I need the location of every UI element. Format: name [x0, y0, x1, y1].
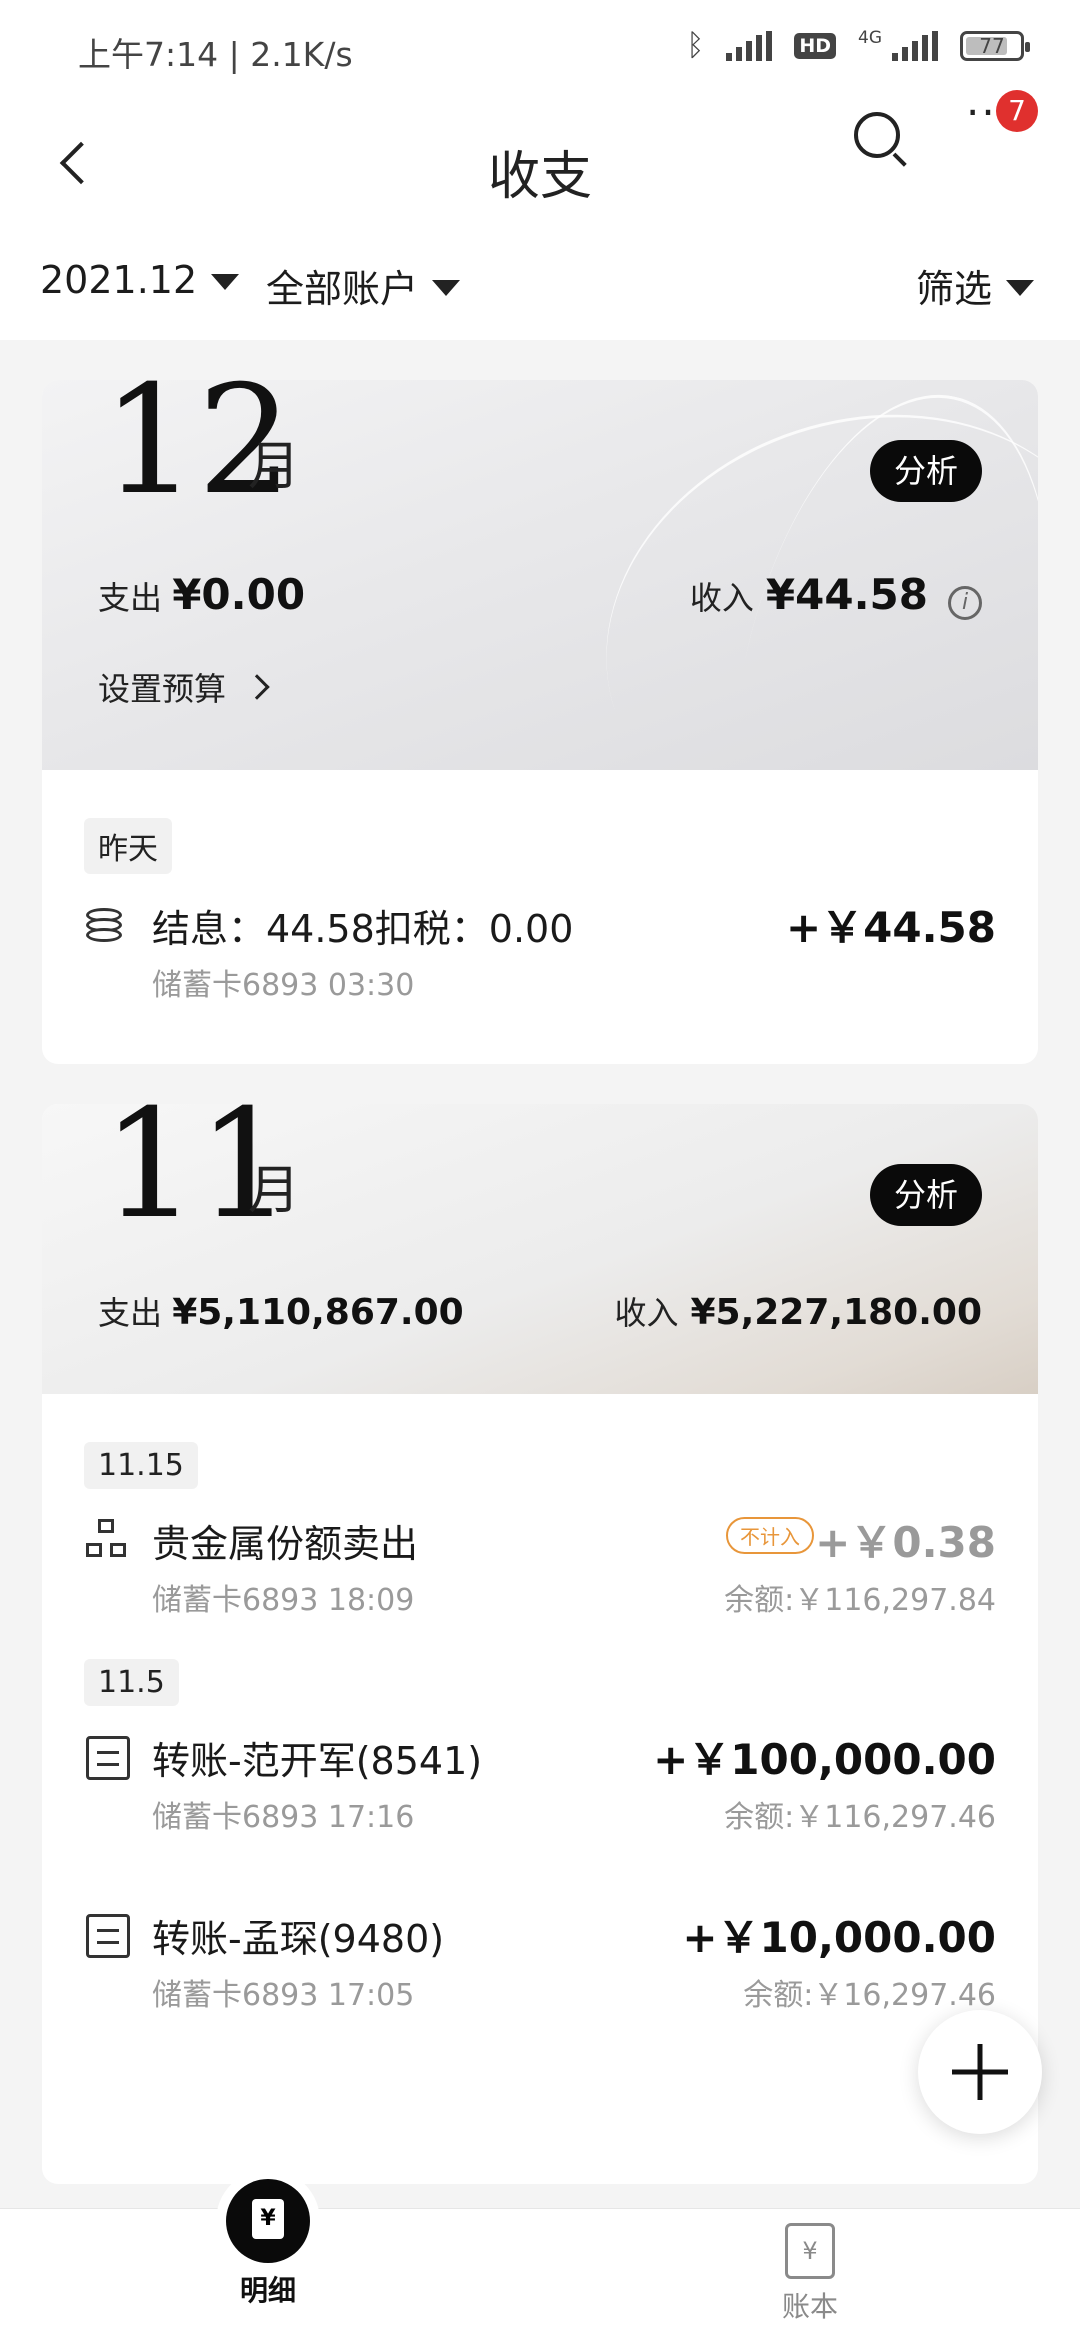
month-unit: 月	[248, 437, 301, 497]
transaction-row[interactable]: 结息：44.58扣税：0.00 储蓄卡6893 03:30 +￥44.58	[84, 874, 996, 1034]
hierarchy-icon	[86, 1519, 130, 1563]
income-amount: ¥5,227,180.00	[690, 1292, 982, 1333]
transaction-account-time: 储蓄卡6893 17:16	[152, 1800, 415, 1835]
month-unit: 月	[248, 1161, 301, 1221]
date-tag: 11.5	[84, 1659, 179, 1706]
date-tag: 11.15	[84, 1442, 198, 1489]
status-icons: ᛒ HD 4G 77	[686, 28, 1030, 63]
transaction-row[interactable]: 转账-范开军(8541) 储蓄卡6893 17:16 +￥100,000.00 …	[84, 1706, 996, 1866]
transaction-amount: +￥44.58	[785, 903, 996, 952]
expense-amount: ¥0.00	[172, 570, 306, 619]
income-summary: 收入 ¥44.58 i	[690, 570, 982, 620]
nav-detail-label: 明细	[239, 2274, 296, 2307]
income-amount: ¥44.58	[765, 570, 928, 619]
income-label: 收入	[689, 579, 754, 617]
receipt-icon: ¥	[226, 2179, 310, 2263]
nav-book-label: 账本	[781, 2290, 838, 2323]
add-record-button[interactable]	[918, 2010, 1042, 2134]
notification-badge: 7	[996, 90, 1038, 132]
caret-down-icon	[432, 279, 461, 296]
nav-book-tab[interactable]: ¥ 账本	[710, 2223, 910, 2325]
transaction-amount: +￥100,000.00	[653, 1735, 996, 1784]
expense-label: 支出	[98, 1294, 163, 1332]
chevron-right-icon	[244, 674, 270, 700]
date-tag: 昨天	[84, 818, 172, 874]
filter-button[interactable]: 筛选	[916, 258, 1034, 313]
account-filter[interactable]: 全部账户	[266, 258, 461, 313]
caret-down-icon	[211, 274, 240, 290]
expense-summary: 支出 ¥0.00	[98, 570, 305, 619]
income-summary: 收入 ¥5,227,180.00	[614, 1288, 982, 1334]
transaction-account-time: 储蓄卡6893 18:09	[152, 1583, 415, 1618]
transaction-title: 结息：44.58扣税：0.00	[152, 907, 574, 951]
month-header: 11 月 分析 支出 ¥5,110,867.00 收入 ¥5,227,180.0…	[42, 1104, 1038, 1394]
ledger-icon: ¥	[785, 2223, 835, 2279]
transaction-title: 贵金属份额卖出	[152, 1522, 419, 1566]
signal-icon	[726, 30, 773, 61]
info-icon[interactable]: i	[948, 586, 982, 620]
transaction-balance: 余额:￥16,297.46	[743, 1978, 996, 2013]
status-time-speed: 上午7:14 | 2.1K/s	[78, 35, 353, 74]
search-button[interactable]	[850, 108, 907, 167]
analyze-button[interactable]: 分析	[869, 1164, 982, 1226]
filter-bar: 2021.12 全部账户 筛选	[0, 230, 1080, 340]
transfer-icon	[86, 1914, 130, 1958]
signal-icon-2	[892, 30, 938, 61]
bottom-nav: ¥ 明细 ¥ 账本	[0, 2179, 1080, 2340]
set-budget-label: 设置预算	[98, 670, 227, 708]
analyze-button[interactable]: 分析	[869, 440, 982, 502]
expense-amount: ¥5,110,867.00	[172, 1292, 464, 1333]
transaction-account-time: 储蓄卡6893 03:30	[152, 968, 415, 1003]
nav-detail-tab[interactable]: ¥ 明细	[168, 2179, 368, 2309]
transaction-amount: +￥10,000.00	[682, 1913, 996, 1962]
transactions-list: 11.15 贵金属份额卖出 储蓄卡6893 18:09 不计入 +￥0.38 余…	[42, 1394, 1038, 2074]
bluetooth-icon: ᛒ	[686, 28, 705, 63]
income-label: 收入	[614, 1294, 679, 1332]
transaction-account-time: 储蓄卡6893 17:05	[152, 1978, 415, 2013]
transaction-balance: 余额:￥116,297.46	[724, 1800, 996, 1835]
status-bar: 上午7:14 | 2.1K/s ᛒ HD 4G 77	[0, 0, 1080, 96]
top-bar: 收支	[0, 96, 1080, 230]
transaction-balance: 余额:￥116,297.84	[724, 1583, 996, 1618]
filter-label: 筛选	[915, 267, 992, 311]
transaction-title: 转账-孟琛(9480)	[152, 1917, 445, 1961]
network-type: 4G	[858, 28, 882, 48]
hd-icon: HD	[794, 32, 836, 59]
transaction-amount: +￥0.38	[815, 1518, 996, 1567]
page-title: 收支	[487, 147, 592, 207]
coins-icon	[86, 904, 130, 948]
excluded-tag: 不计入	[726, 1517, 814, 1554]
transaction-row[interactable]: 贵金属份额卖出 储蓄卡6893 18:09 不计入 +￥0.38 余额:￥116…	[84, 1489, 996, 1649]
month-filter[interactable]: 2021.12	[40, 258, 240, 302]
set-budget-link[interactable]: 设置预算	[98, 664, 270, 710]
expense-summary: 支出 ¥5,110,867.00	[98, 1288, 464, 1334]
transfer-icon	[86, 1736, 130, 1780]
month-header: 12 月 分析 支出 ¥0.00 收入 ¥44.58 i 设置预算	[42, 380, 1038, 1015]
battery-icon: 77	[960, 30, 1030, 61]
caret-down-icon	[1006, 279, 1034, 296]
account-filter-label: 全部账户	[266, 267, 419, 311]
month-card-november: 11 月 分析 支出 ¥5,110,867.00 收入 ¥5,227,180.0…	[42, 1104, 1038, 2184]
transaction-row[interactable]: 转账-孟琛(9480) 储蓄卡6893 17:05 +￥10,000.00 余额…	[84, 1884, 996, 2044]
expense-label: 支出	[98, 579, 163, 617]
month-card-december: 12 月 分析 支出 ¥0.00 收入 ¥44.58 i 设置预算 昨天 结息：…	[42, 380, 1038, 1064]
transaction-title: 转账-范开军(8541)	[152, 1739, 483, 1783]
month-filter-label: 2021.12	[40, 258, 198, 302]
